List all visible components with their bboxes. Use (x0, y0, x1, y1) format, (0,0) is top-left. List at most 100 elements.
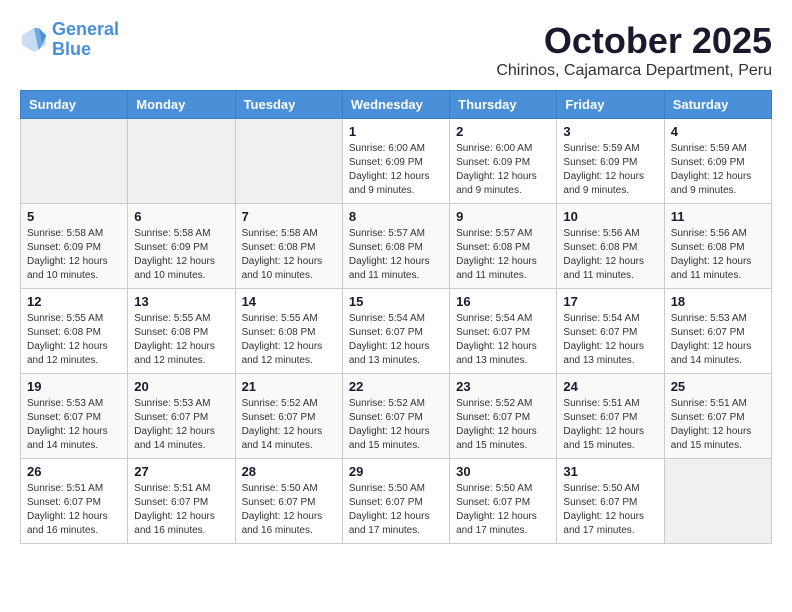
calendar-cell: 31Sunrise: 5:50 AM Sunset: 6:07 PM Dayli… (557, 459, 664, 544)
day-info: Sunrise: 5:50 AM Sunset: 6:07 PM Dayligh… (242, 482, 336, 538)
day-number: 31 (563, 464, 657, 479)
day-number: 16 (456, 294, 550, 309)
calendar-cell (664, 459, 771, 544)
day-info: Sunrise: 5:59 AM Sunset: 6:09 PM Dayligh… (671, 142, 765, 198)
day-number: 5 (27, 209, 121, 224)
weekday-header-monday: Monday (128, 91, 235, 119)
day-number: 2 (456, 124, 550, 139)
calendar-cell (235, 119, 342, 204)
day-number: 12 (27, 294, 121, 309)
calendar-cell: 5 Sunrise: 5:58 AM Sunset: 6:09 PM Daylig… (21, 204, 128, 289)
day-info: Sunrise: 5:55 AM Sunset: 6:08 PM Dayligh… (242, 312, 336, 368)
calendar-cell: 10 Sunrise: 5:56 AM Sunset: 6:08 PM Dayli… (557, 204, 664, 289)
day-number: 29 (349, 464, 443, 479)
weekday-header-row: SundayMondayTuesdayWednesdayThursdayFrid… (21, 91, 772, 119)
day-number: 30 (456, 464, 550, 479)
logo-text: General Blue (52, 20, 119, 60)
day-number: 10 (563, 209, 657, 224)
day-info: Sunrise: 5:51 AM Sunset: 6:07 PM Dayligh… (134, 482, 228, 538)
day-number: 17 (563, 294, 657, 309)
day-info: Sunrise: 5:57 AM Sunset: 6:08 PM Dayligh… (349, 227, 443, 283)
logo-line1: General (52, 19, 119, 39)
day-number: 21 (242, 379, 336, 394)
day-info: Sunrise: 6:00 AM Sunset: 6:09 PM Dayligh… (349, 142, 443, 198)
calendar-cell: 11 Sunrise: 5:56 AM Sunset: 6:08 PM Dayli… (664, 204, 771, 289)
page-header: General Blue October 2025 Chirinos, Caja… (20, 20, 772, 80)
calendar-cell: 4 Sunrise: 5:59 AM Sunset: 6:09 PM Daylig… (664, 119, 771, 204)
weekday-header-friday: Friday (557, 91, 664, 119)
calendar-cell (128, 119, 235, 204)
day-info: Sunrise: 5:59 AM Sunset: 6:09 PM Dayligh… (563, 142, 657, 198)
day-number: 8 (349, 209, 443, 224)
calendar-title: October 2025 (496, 20, 772, 62)
calendar-cell: 26 Sunrise: 5:51 AM Sunset: 6:07 PM Dayli… (21, 459, 128, 544)
calendar-cell: 30 Sunrise: 5:50 AM Sunset: 6:07 PM Dayli… (450, 459, 557, 544)
day-number: 7 (242, 209, 336, 224)
day-info: Sunrise: 5:54 AM Sunset: 6:07 PM Dayligh… (456, 312, 550, 368)
weekday-header-thursday: Thursday (450, 91, 557, 119)
calendar-table: SundayMondayTuesdayWednesdayThursdayFrid… (20, 90, 772, 544)
calendar-cell: 28 Sunrise: 5:50 AM Sunset: 6:07 PM Dayli… (235, 459, 342, 544)
week-row-3: 12 Sunrise: 5:55 AM Sunset: 6:08 PM Dayli… (21, 289, 772, 374)
calendar-cell: 25Sunrise: 5:51 AM Sunset: 6:07 PM Dayli… (664, 374, 771, 459)
day-info: Sunrise: 5:51 AM Sunset: 6:07 PM Dayligh… (27, 482, 121, 538)
logo-icon (20, 26, 48, 54)
week-row-2: 5 Sunrise: 5:58 AM Sunset: 6:09 PM Daylig… (21, 204, 772, 289)
calendar-cell (21, 119, 128, 204)
day-number: 15 (349, 294, 443, 309)
day-number: 11 (671, 209, 765, 224)
day-number: 4 (671, 124, 765, 139)
day-number: 22 (349, 379, 443, 394)
day-info: Sunrise: 5:53 AM Sunset: 6:07 PM Dayligh… (671, 312, 765, 368)
weekday-header-tuesday: Tuesday (235, 91, 342, 119)
day-info: Sunrise: 5:56 AM Sunset: 6:08 PM Dayligh… (563, 227, 657, 283)
calendar-cell: 1Sunrise: 6:00 AM Sunset: 6:09 PM Daylig… (342, 119, 449, 204)
week-row-5: 26 Sunrise: 5:51 AM Sunset: 6:07 PM Dayli… (21, 459, 772, 544)
calendar-cell: 23 Sunrise: 5:52 AM Sunset: 6:07 PM Dayli… (450, 374, 557, 459)
calendar-cell: 27Sunrise: 5:51 AM Sunset: 6:07 PM Dayli… (128, 459, 235, 544)
weekday-header-sunday: Sunday (21, 91, 128, 119)
day-number: 13 (134, 294, 228, 309)
day-number: 18 (671, 294, 765, 309)
day-info: Sunrise: 5:51 AM Sunset: 6:07 PM Dayligh… (671, 397, 765, 453)
day-number: 3 (563, 124, 657, 139)
calendar-cell: 14 Sunrise: 5:55 AM Sunset: 6:08 PM Dayli… (235, 289, 342, 374)
day-number: 24 (563, 379, 657, 394)
calendar-cell: 15Sunrise: 5:54 AM Sunset: 6:07 PM Dayli… (342, 289, 449, 374)
calendar-cell: 18 Sunrise: 5:53 AM Sunset: 6:07 PM Dayli… (664, 289, 771, 374)
calendar-cell: 20Sunrise: 5:53 AM Sunset: 6:07 PM Dayli… (128, 374, 235, 459)
calendar-cell: 19 Sunrise: 5:53 AM Sunset: 6:07 PM Dayli… (21, 374, 128, 459)
day-info: Sunrise: 5:56 AM Sunset: 6:08 PM Dayligh… (671, 227, 765, 283)
calendar-cell: 29Sunrise: 5:50 AM Sunset: 6:07 PM Dayli… (342, 459, 449, 544)
calendar-cell: 8 Sunrise: 5:57 AM Sunset: 6:08 PM Daylig… (342, 204, 449, 289)
day-number: 28 (242, 464, 336, 479)
week-row-4: 19 Sunrise: 5:53 AM Sunset: 6:07 PM Dayli… (21, 374, 772, 459)
day-info: Sunrise: 5:54 AM Sunset: 6:07 PM Dayligh… (563, 312, 657, 368)
day-info: Sunrise: 5:57 AM Sunset: 6:08 PM Dayligh… (456, 227, 550, 283)
day-info: Sunrise: 5:55 AM Sunset: 6:08 PM Dayligh… (27, 312, 121, 368)
day-number: 26 (27, 464, 121, 479)
day-number: 20 (134, 379, 228, 394)
day-number: 6 (134, 209, 228, 224)
day-info: Sunrise: 5:55 AM Sunset: 6:08 PM Dayligh… (134, 312, 228, 368)
weekday-header-saturday: Saturday (664, 91, 771, 119)
day-info: Sunrise: 5:50 AM Sunset: 6:07 PM Dayligh… (456, 482, 550, 538)
weekday-header-wednesday: Wednesday (342, 91, 449, 119)
day-number: 14 (242, 294, 336, 309)
calendar-cell: 12 Sunrise: 5:55 AM Sunset: 6:08 PM Dayli… (21, 289, 128, 374)
day-info: Sunrise: 5:52 AM Sunset: 6:07 PM Dayligh… (456, 397, 550, 453)
calendar-cell: 2Sunrise: 6:00 AM Sunset: 6:09 PM Daylig… (450, 119, 557, 204)
day-info: Sunrise: 5:53 AM Sunset: 6:07 PM Dayligh… (27, 397, 121, 453)
day-info: Sunrise: 5:58 AM Sunset: 6:08 PM Dayligh… (242, 227, 336, 283)
calendar-cell: 6Sunrise: 5:58 AM Sunset: 6:09 PM Daylig… (128, 204, 235, 289)
logo-line2: Blue (52, 39, 91, 59)
calendar-cell: 16 Sunrise: 5:54 AM Sunset: 6:07 PM Dayli… (450, 289, 557, 374)
calendar-subtitle: Chirinos, Cajamarca Department, Peru (496, 62, 772, 80)
calendar-cell: 9Sunrise: 5:57 AM Sunset: 6:08 PM Daylig… (450, 204, 557, 289)
calendar-cell: 22Sunrise: 5:52 AM Sunset: 6:07 PM Dayli… (342, 374, 449, 459)
calendar-cell: 3 Sunrise: 5:59 AM Sunset: 6:09 PM Daylig… (557, 119, 664, 204)
day-number: 19 (27, 379, 121, 394)
day-info: Sunrise: 5:58 AM Sunset: 6:09 PM Dayligh… (27, 227, 121, 283)
day-number: 23 (456, 379, 550, 394)
calendar-cell: 21Sunrise: 5:52 AM Sunset: 6:07 PM Dayli… (235, 374, 342, 459)
